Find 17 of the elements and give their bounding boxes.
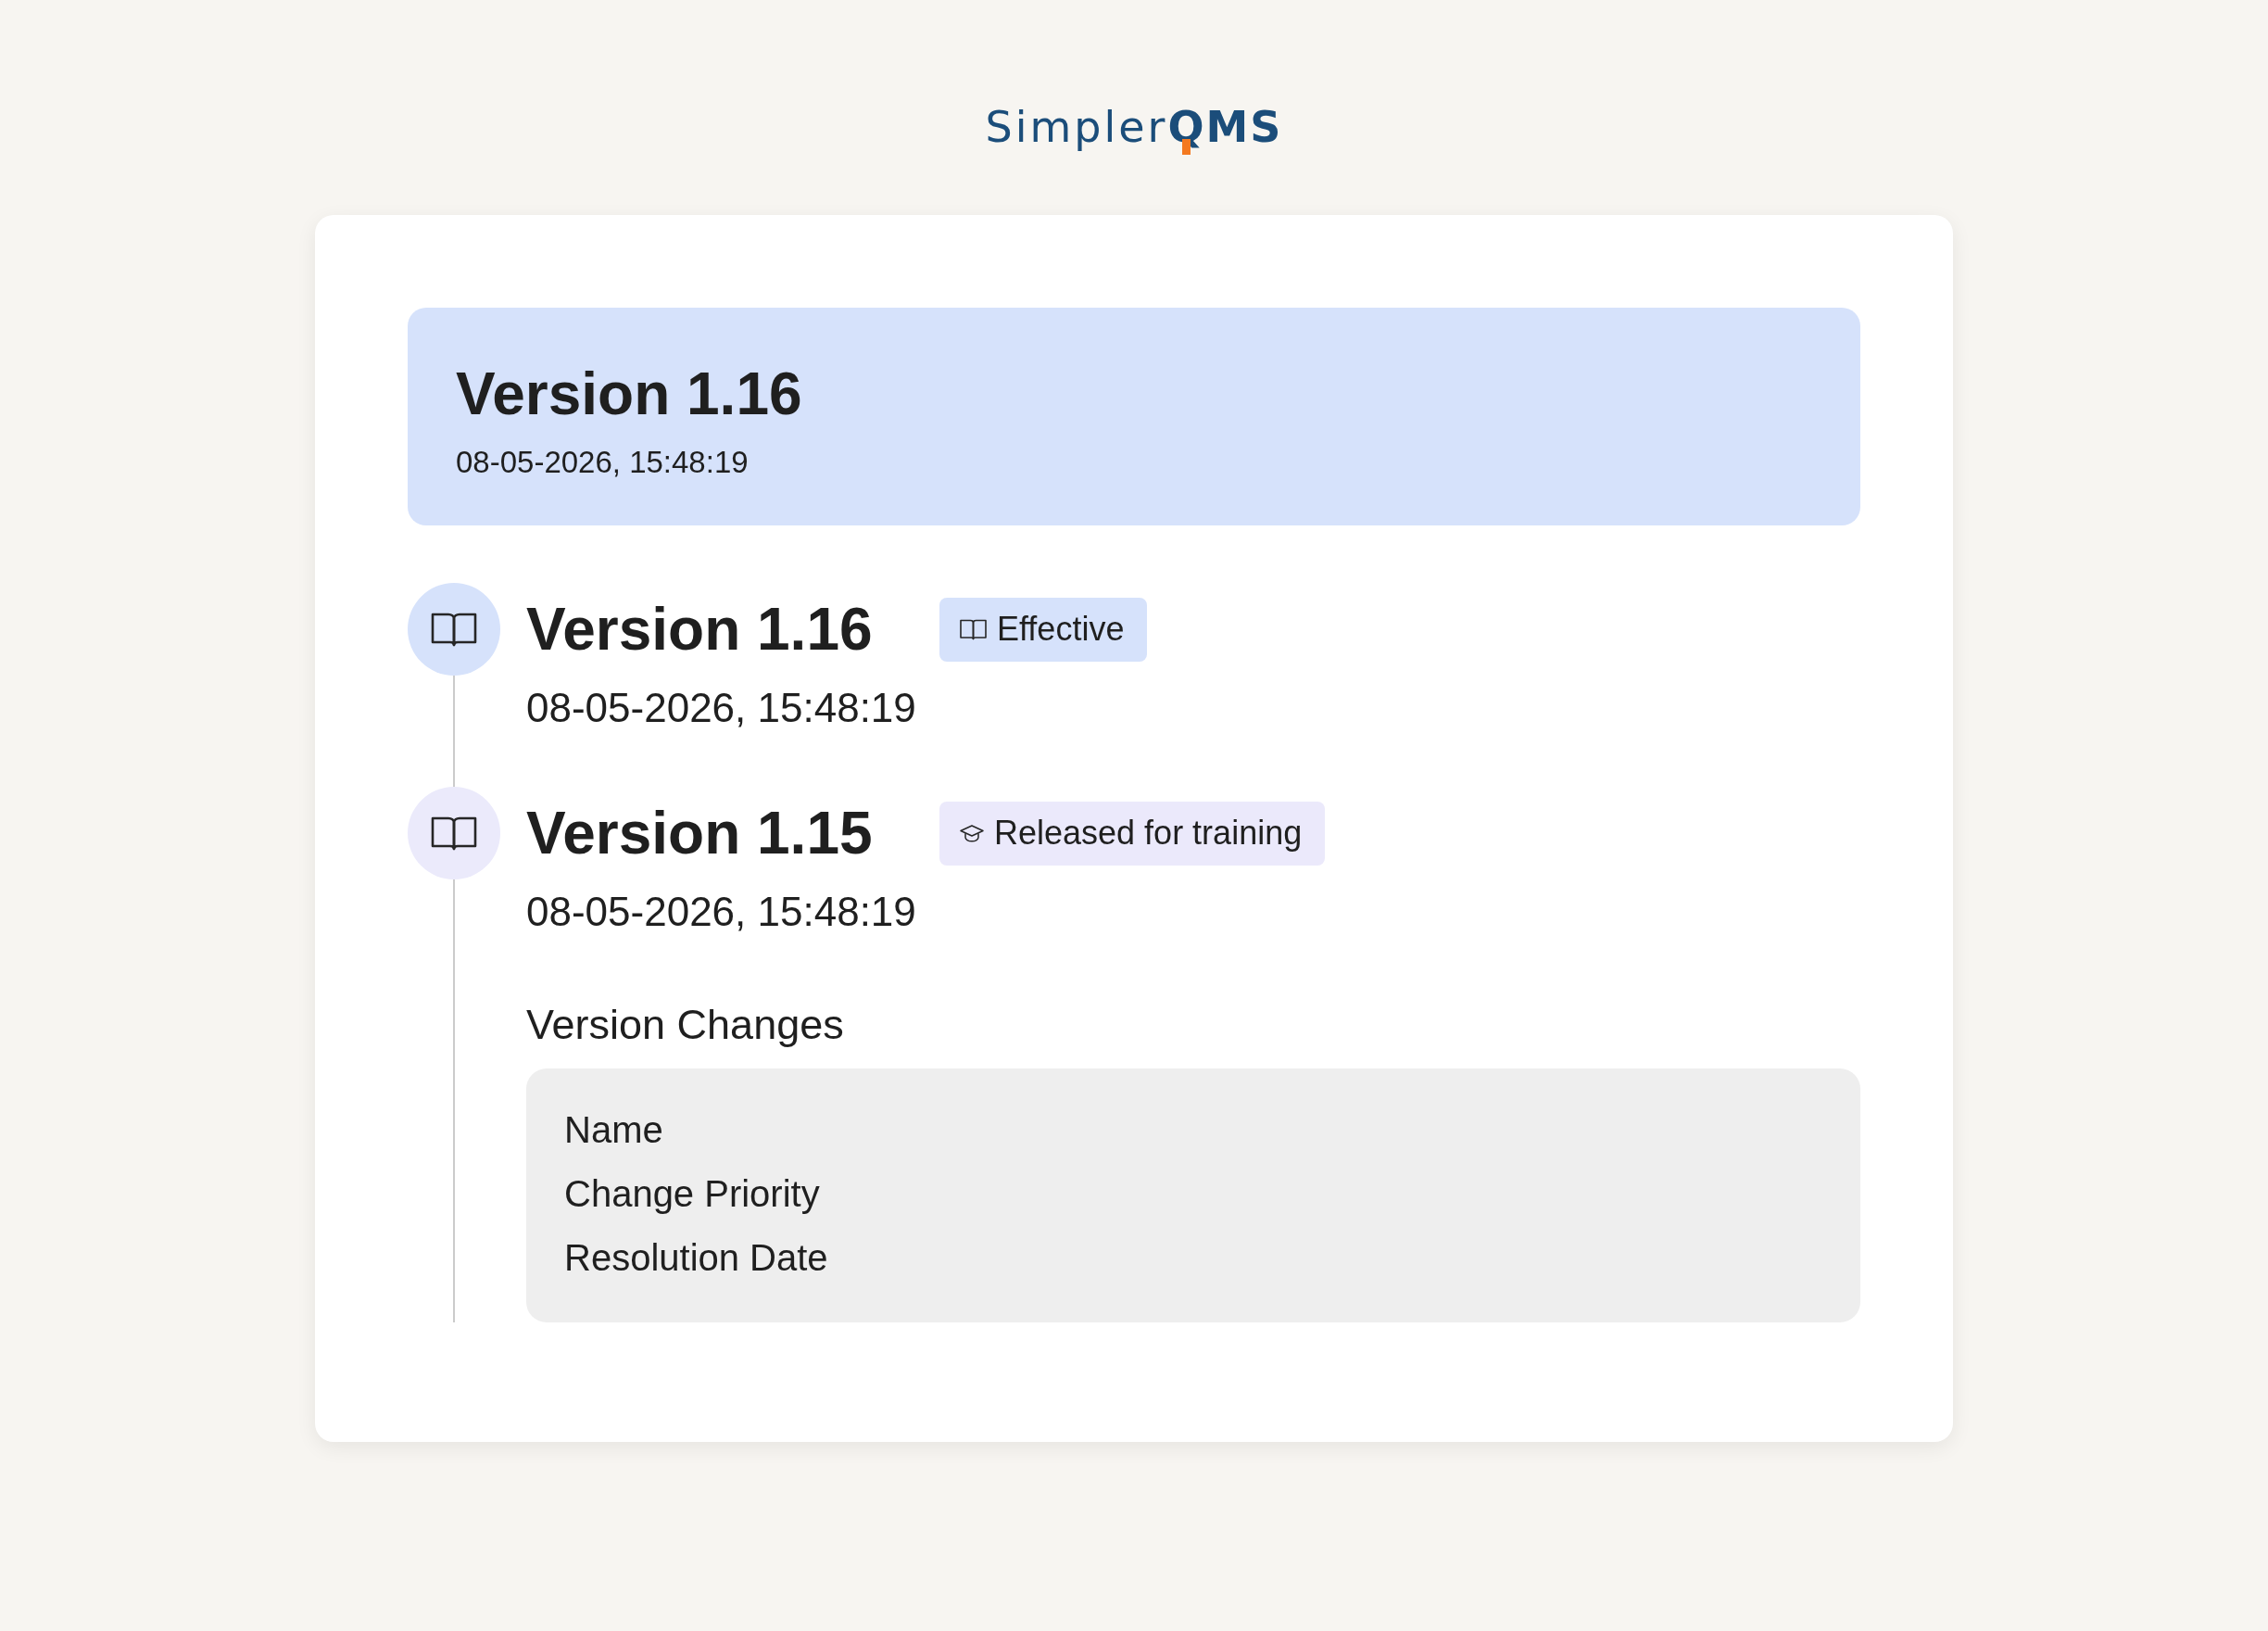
version-title: Version 1.16 (526, 595, 874, 664)
version-date: 08-05-2026, 15:48:19 (456, 444, 750, 481)
graduation-cap-icon (960, 824, 984, 842)
change-field: Resolution Date (564, 1226, 1822, 1290)
section-heading: Version Changes (526, 1000, 845, 1050)
version-date: 08-05-2026, 15:48:19 (526, 888, 917, 936)
version-date: 08-05-2026, 15:48:19 (526, 684, 917, 732)
status-label: Released for training (994, 813, 1303, 853)
change-field: Name (564, 1098, 1822, 1162)
logo: SimplerQMS (985, 101, 1283, 153)
change-field: Change Priority (564, 1162, 1822, 1226)
book-icon (960, 618, 987, 640)
version-title: Version 1.15 (526, 799, 874, 868)
version-title: Version 1.16 (456, 360, 803, 429)
book-icon (408, 583, 500, 676)
book-icon (408, 787, 500, 879)
status-label: Effective (997, 609, 1125, 650)
